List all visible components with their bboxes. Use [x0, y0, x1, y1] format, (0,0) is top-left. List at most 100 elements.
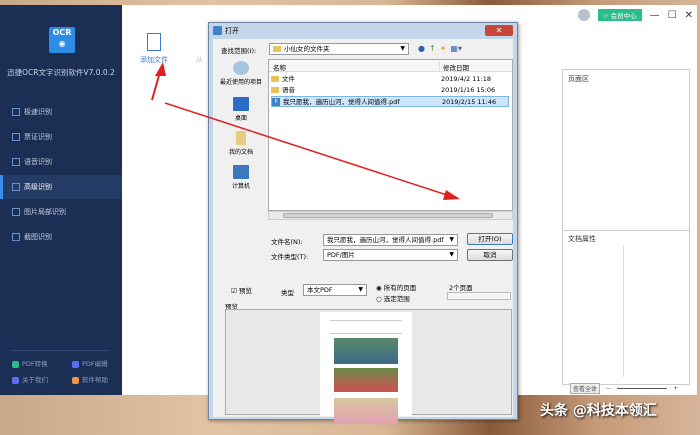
image-icon — [12, 208, 20, 216]
horizontal-scrollbar[interactable] — [268, 211, 513, 220]
filetype-value: PDF/图片 — [327, 251, 355, 259]
new-folder-icon[interactable]: ✦ — [440, 44, 447, 53]
nav-partial-image-ocr[interactable]: 图片局部识别 — [0, 200, 122, 224]
pdf-convert-link[interactable]: PDF转换 — [12, 358, 48, 368]
preview-image-flowers — [334, 368, 398, 392]
column-name[interactable]: 名称 — [273, 62, 286, 72]
type-value: 本文PDF — [307, 286, 333, 294]
place-computer[interactable]: 计算机 — [215, 165, 267, 190]
preview-page — [320, 312, 412, 424]
add-file-label: 添加文件 — [140, 56, 168, 64]
avatar[interactable] — [577, 9, 590, 21]
watermark: 头条 @科技本领汇 — [540, 403, 657, 419]
file-list: 名称 修改日期 文件 2019/4/2 11:18 语音 2019/1/16 15:… — [268, 59, 513, 211]
folder-icon — [271, 87, 279, 93]
help-icon — [72, 376, 79, 384]
lookin-select[interactable]: 小仙女的文件夹 ▼ — [269, 43, 409, 55]
vip-label: 会员中心 — [610, 12, 637, 20]
file-date: 2019/1/16 15:06 — [441, 86, 496, 94]
file-row[interactable]: 文件 2019/4/2 11:18 — [271, 74, 509, 85]
places-bar: 最近使用的项目 桌面 我的文档 计算机 — [215, 59, 267, 209]
right-panel: 页面区 文档属性 — [562, 69, 690, 385]
advanced-icon — [12, 183, 20, 191]
chevron-down-icon: ▼ — [400, 45, 405, 52]
back-icon[interactable]: ● — [418, 44, 425, 53]
scroll-thumb[interactable] — [283, 213, 493, 218]
filetype-select[interactable]: PDF/图片 ▼ — [323, 249, 458, 261]
recent-icon — [233, 61, 249, 75]
folder-icon — [271, 76, 279, 82]
mic-icon — [12, 158, 20, 166]
view-mode-select[interactable]: 查看全体 — [570, 383, 601, 394]
link-label: PDF编辑 — [82, 360, 108, 368]
maximize-button[interactable]: ☐ — [668, 10, 677, 21]
nav-voice-ocr[interactable]: 语音识别 — [0, 150, 122, 174]
place-label: 桌面 — [234, 115, 247, 122]
nav-ticket-ocr[interactable]: 票证识别 — [0, 125, 122, 149]
dialog-titlebar: 打开 ✕ — [209, 23, 517, 39]
dialog-body: 查找范围(I): 小仙女的文件夹 ▼ ● ↑ ✦ ▦▾ 最近使用的项目 桌面 我的文档 … — [213, 39, 513, 424]
open-file-dialog: 打开 ✕ 查找范围(I): 小仙女的文件夹 ▼ ● ↑ ✦ ▦▾ 最近使用的项目 桌面 我… — [208, 22, 518, 424]
range-input[interactable] — [447, 292, 511, 300]
nav-label: 图片局部识别 — [24, 208, 66, 216]
zoom-slider[interactable] — [617, 388, 668, 389]
filename-input[interactable]: 我只愿我，遍历山河，觉得人间值得.pdf ▼ — [323, 234, 458, 246]
dialog-close-button[interactable]: ✕ — [485, 25, 513, 36]
nav-label: 极速识别 — [24, 108, 52, 116]
all-pages-radio[interactable]: ◉ 所有的页面 — [376, 282, 416, 292]
type-select[interactable]: 本文PDF ▼ — [303, 284, 367, 296]
file-row-selected[interactable]: P 我只愿我，遍历山河，觉得人间值得.pdf 2019/2/15 11:46 — [271, 96, 509, 107]
file-name: 我只愿我，遍历山河，觉得人间值得.pdf — [283, 98, 400, 106]
doc-props-label: 文档属性 — [568, 235, 596, 243]
page-area-label: 页面区 — [568, 75, 589, 83]
nav-toolbar: ● ↑ ✦ ▦▾ — [418, 44, 462, 53]
type-label: 类型 — [281, 289, 294, 297]
up-folder-icon[interactable]: ↑ — [429, 44, 436, 53]
select-range-radio[interactable]: ○ 选定范围 — [376, 293, 410, 303]
radio-label: 选定范围 — [383, 295, 410, 303]
dialog-title: 打开 — [225, 27, 239, 35]
add-file-button[interactable]: 添加文件 — [132, 33, 176, 65]
place-desktop[interactable]: 桌面 — [215, 97, 267, 122]
preview-image-basket — [334, 398, 398, 424]
chevron-down-icon: ▼ — [449, 251, 454, 258]
file-date: 2019/4/2 11:18 — [441, 75, 491, 83]
place-label: 计算机 — [231, 183, 250, 190]
zoom-in-button[interactable]: + — [673, 385, 678, 392]
column-date[interactable]: 修改日期 — [439, 62, 469, 72]
pdf-edit-link[interactable]: PDF编辑 — [72, 358, 108, 368]
chevron-down-icon: ▼ — [358, 286, 363, 293]
pdf-edit-icon — [72, 360, 79, 368]
file-name: 文件 — [282, 75, 295, 83]
nav-fast-ocr[interactable]: 极速识别 — [0, 100, 122, 124]
file-date: 2019/2/15 11:46 — [442, 98, 497, 106]
help-link[interactable]: 软件帮助 — [72, 374, 108, 384]
filetype-label: 文件类型(T): — [271, 253, 309, 261]
file-row[interactable]: 语音 2019/1/16 15:06 — [271, 85, 509, 96]
ocr-logo: OCR ◉ — [49, 27, 75, 53]
about-link[interactable]: 关于我们 — [12, 374, 48, 384]
filename-label: 文件名(N): — [271, 238, 303, 246]
close-button[interactable]: ✕ — [685, 10, 693, 21]
link-label: PDF转换 — [22, 360, 48, 368]
sidebar: OCR ◉ 迅捷OCR文字识别软件V7.0.0.2 极速识别 票证识别 语音识别 … — [0, 5, 122, 395]
desktop-icon — [233, 97, 249, 111]
from-button[interactable]: 从 — [196, 55, 203, 65]
preview-checkbox[interactable]: ☑ 预览 — [231, 285, 252, 295]
minimize-button[interactable]: — — [650, 10, 660, 21]
lookin-label: 查找范围(I): — [221, 47, 257, 55]
place-recent[interactable]: 最近使用的项目 — [215, 61, 267, 86]
open-button[interactable]: 打开(O) — [467, 233, 513, 245]
screenshot-icon — [12, 233, 20, 241]
view-menu-icon[interactable]: ▦▾ — [450, 44, 462, 53]
zoom-out-button[interactable]: − — [606, 385, 611, 392]
place-documents[interactable]: 我的文档 — [215, 131, 267, 156]
nav-label: 截图识别 — [24, 233, 52, 241]
cancel-button[interactable]: 取消 — [467, 249, 513, 261]
nav-advanced-ocr[interactable]: 高级识别 — [0, 175, 122, 199]
link-label: 关于我们 — [22, 376, 48, 384]
nav-screenshot-ocr[interactable]: 截图识别 — [0, 225, 122, 249]
vip-center-button[interactable]: ☆ 会员中心 — [597, 9, 642, 21]
pdf-file-icon: P — [272, 98, 280, 106]
zoom-bar: 查看全体 − + — [570, 383, 678, 394]
